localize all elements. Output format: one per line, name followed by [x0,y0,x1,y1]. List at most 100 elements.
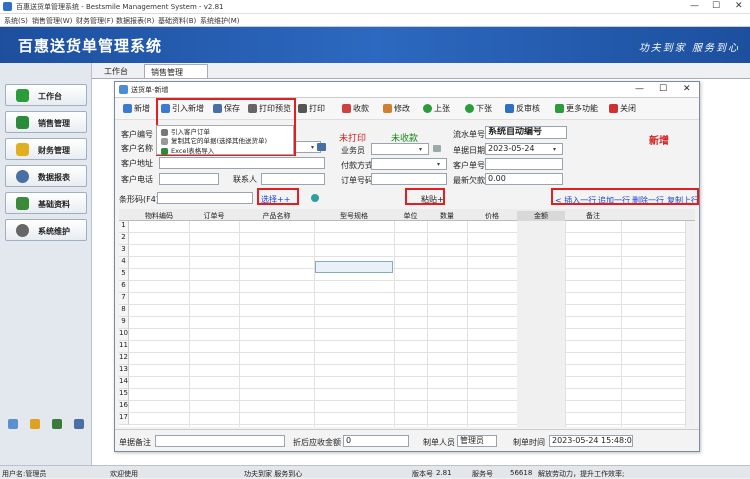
latest-debt-input[interactable]: 0.00 [485,173,563,185]
sidebar-item-maintenance[interactable]: 系统维护 [5,219,87,241]
undo-icon [505,104,514,113]
table-row[interactable] [129,257,685,269]
prev-button[interactable]: 上张 [423,103,450,114]
table-row[interactable] [129,269,685,281]
column-header[interactable]: 数量 [427,211,467,221]
column-header[interactable]: 单位 [394,211,427,221]
sidebar-item-sales[interactable]: 销售管理 [5,111,87,133]
pay-method-label: 付款方式 [341,161,373,170]
receive-button[interactable]: 收款 [342,103,369,114]
maker-input[interactable]: 管理员 [457,435,497,447]
barcode-input[interactable] [157,192,253,204]
new-button[interactable]: 新增 [123,103,150,114]
table-row[interactable] [129,365,685,377]
column-header[interactable]: 型号规格 [314,211,394,221]
column-header[interactable]: 价格 [467,211,517,221]
shortcut-icon[interactable] [52,419,62,429]
maximize-icon[interactable]: ☐ [712,1,720,11]
menu-system[interactable]: 系统(S) [4,16,28,26]
shortcut-icon[interactable] [8,419,18,429]
grid-header: 物料编码 订单号 产品名称 型号规格 单位 数量 价格 金额 备注 [119,209,695,221]
next-button[interactable]: 下张 [465,103,492,114]
grid-scrollbar[interactable] [685,221,695,427]
column-header[interactable]: 产品名称 [239,211,314,221]
table-row[interactable] [129,329,685,341]
table-row[interactable] [129,281,685,293]
column-header[interactable]: 金额 [517,211,565,221]
remark-label: 单据备注 [119,438,151,447]
serial-input[interactable]: 系统自动编号 [485,126,567,139]
tab-bar: 工作台 销售管理 [92,63,750,78]
column-header[interactable]: 订单号 [189,211,239,221]
table-row[interactable] [129,233,685,245]
more-button[interactable]: 更多功能 [555,103,598,114]
shortcut-icon[interactable] [74,419,84,429]
table-row[interactable] [129,305,685,317]
tab-workbench[interactable]: 工作台 [98,64,134,78]
menu-item-excel-import[interactable]: Excel表格导入 [161,145,214,155]
minimize-icon[interactable]: — [690,1,699,11]
menu-item-copy-doc[interactable]: 复制其它的单据(选择其他送货单) [161,135,267,145]
sidebar-item-basic[interactable]: 基础资料 [5,192,87,214]
discount-label: 折后应收金额 [293,438,341,447]
customer-address-input[interactable] [159,157,325,169]
time-input[interactable]: 2023-05-24 15:48:09 [549,435,633,447]
column-header[interactable]: 备注 [565,211,621,221]
remark-input[interactable] [155,435,285,447]
customer-order-input[interactable] [485,158,563,170]
chevron-down-icon[interactable]: ▾ [419,145,427,153]
customer-phone-input[interactable] [159,173,219,185]
menu-basic[interactable]: 基础资料(B) [158,16,196,26]
menu-finance[interactable]: 财务管理(F) [76,16,114,26]
menu-maintenance[interactable]: 系统维护(M) [200,16,240,26]
table-row[interactable] [129,317,685,329]
menu-sales[interactable]: 销售管理(W) [32,16,72,26]
table-row[interactable] [129,341,685,353]
close-icon[interactable]: ✕ [683,84,691,94]
table-row[interactable] [129,389,685,401]
pay-method-select[interactable]: ▾ [371,158,447,170]
sidebar-item-reports[interactable]: 数据报表 [5,165,87,187]
more-icon [555,104,564,113]
table-row[interactable] [129,245,685,257]
order-no-label: 订单号码 [341,176,373,185]
contact-input[interactable] [261,173,325,185]
clear-icon[interactable] [433,145,441,152]
table-row[interactable] [129,221,685,233]
lookup-icon[interactable] [317,143,326,151]
close-button[interactable]: 关闭 [609,103,636,114]
order-no-input[interactable] [371,173,447,185]
menu-reports[interactable]: 数据报表(R) [116,16,154,26]
discount-input[interactable]: 0 [343,435,409,447]
row-number: 12 [119,353,129,365]
table-row[interactable] [129,401,685,413]
table-row[interactable] [129,413,685,425]
item-grid[interactable]: 1 2 3 4 5 6 7 8 9 10 11 12 13 14 15 16 17 [119,221,695,427]
row-number: 6 [119,281,129,293]
salesman-select[interactable]: ▾ [371,143,429,155]
tab-sales[interactable]: 销售管理 [144,64,208,78]
unapprove-button[interactable]: 反审核 [505,103,540,114]
chevron-down-icon[interactable]: ▾ [437,160,445,168]
refresh-icon[interactable] [311,194,319,202]
shortcut-icon[interactable] [30,419,40,429]
calendar-icon[interactable]: ▾ [553,145,561,153]
edit-button[interactable]: 修改 [383,103,410,114]
sidebar-item-label: 系统维护 [38,227,70,236]
maximize-icon[interactable]: ☐ [659,84,667,94]
table-row[interactable] [129,377,685,389]
window-titlebar: 百惠送货单管理系统 - Bestsmile Management System … [0,0,750,14]
date-input[interactable]: 2023-05-24 ▾ [485,143,563,155]
close-icon[interactable]: ✕ [735,1,743,11]
sidebar-item-workbench[interactable]: 工作台 [5,84,87,106]
column-header[interactable]: 物料编码 [129,211,189,221]
row-number: 8 [119,305,129,317]
print-button[interactable]: 打印 [298,103,325,114]
close-icon [609,104,618,113]
table-row[interactable] [129,353,685,365]
sidebar-item-finance[interactable]: 财务管理 [5,138,87,160]
table-row[interactable] [129,293,685,305]
dialog-titlebar: 送货单-新增 — ☐ ✕ [115,82,699,98]
minimize-icon[interactable]: — [635,84,644,94]
active-cell[interactable] [315,261,393,273]
